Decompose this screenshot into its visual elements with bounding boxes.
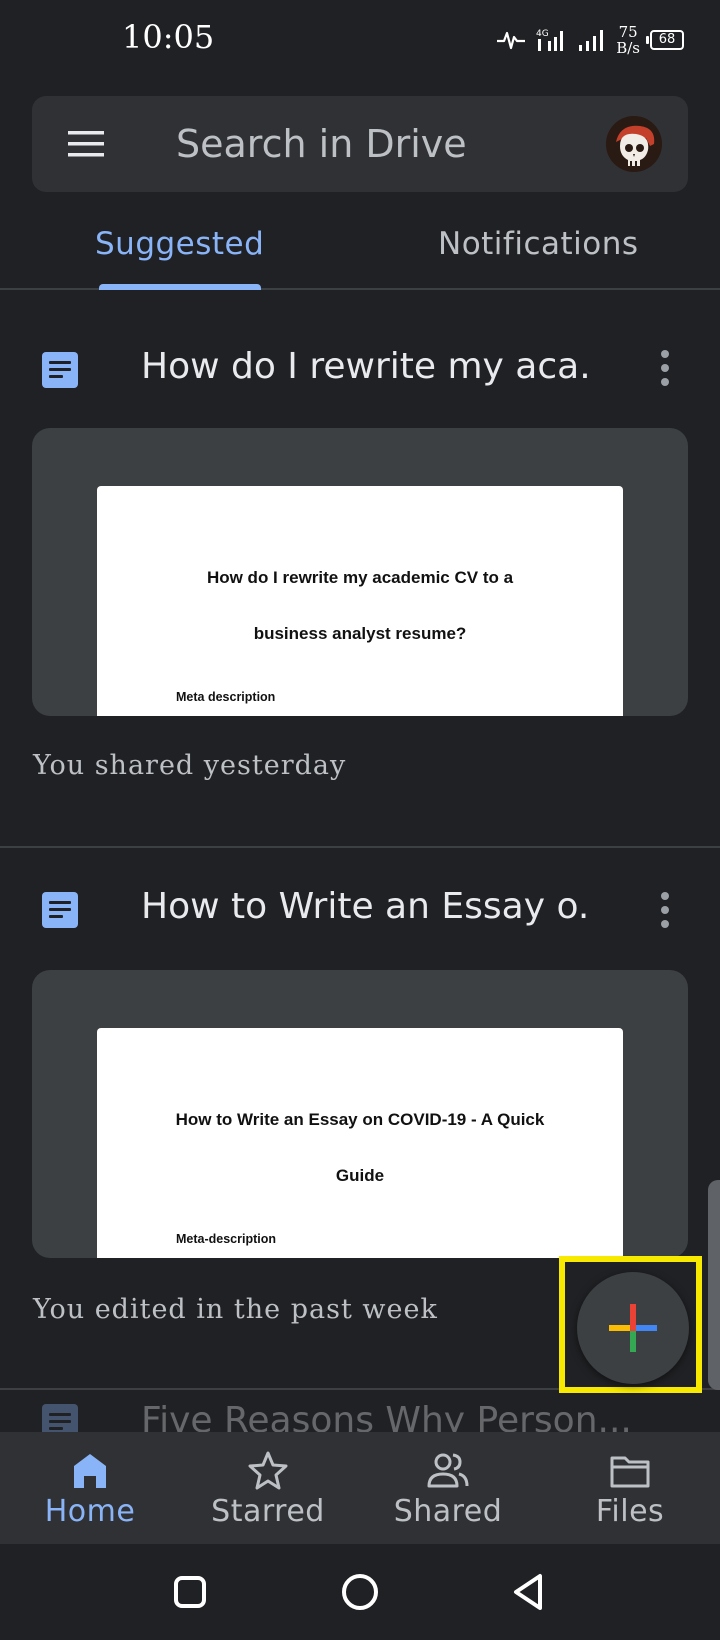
system-navigation-bar xyxy=(0,1544,720,1640)
bottom-navigation: Home Starred Shared Files xyxy=(0,1432,720,1544)
more-options-icon[interactable] xyxy=(650,890,680,930)
nav-starred-label: Starred xyxy=(211,1494,325,1529)
preview-meta-text: Meta-description xyxy=(176,1232,277,1246)
nav-shared-label: Shared xyxy=(393,1494,503,1529)
star-icon xyxy=(248,1451,288,1490)
folder-icon xyxy=(610,1456,650,1488)
network-speed-value: 75 xyxy=(618,23,638,41)
new-button[interactable] xyxy=(577,1272,689,1384)
activity-icon xyxy=(497,31,526,50)
file-activity-subtitle: You edited in the past week xyxy=(33,1294,438,1325)
status-icons: 4G 75 B/s 68 xyxy=(496,18,684,62)
nav-starred[interactable]: Starred xyxy=(178,1432,358,1544)
file-title[interactable]: How to Write an Essay o... xyxy=(141,886,591,927)
signal-icon xyxy=(579,30,604,51)
more-options-icon[interactable] xyxy=(650,348,680,388)
plus-icon xyxy=(609,1304,657,1352)
scrollbar-handle[interactable] xyxy=(708,1180,720,1390)
account-avatar[interactable] xyxy=(606,116,662,172)
home-circle-icon[interactable] xyxy=(338,1570,382,1614)
network-speed-unit: B/s xyxy=(616,39,640,57)
status-time: 10:05 xyxy=(122,18,215,56)
nav-shared[interactable]: Shared xyxy=(358,1432,538,1544)
skull-avatar-icon xyxy=(606,116,662,172)
nav-home-label: Home xyxy=(44,1494,136,1529)
hamburger-menu-icon[interactable] xyxy=(68,128,104,160)
tab-notifications[interactable]: Notifications xyxy=(438,226,639,262)
docs-icon xyxy=(42,892,78,928)
back-triangle-icon[interactable] xyxy=(508,1570,552,1614)
signal-4g-icon: 4G xyxy=(536,29,564,51)
preview-heading-line-1: How to Write an Essay on COVID-19 - A Qu… xyxy=(175,1110,545,1129)
docs-icon xyxy=(42,352,78,388)
shared-people-icon xyxy=(427,1453,469,1488)
tab-suggested[interactable]: Suggested xyxy=(95,226,264,262)
file-activity-subtitle: You shared yesterday xyxy=(33,750,347,781)
file-card[interactable]: How do I rewrite my aca... How do I rewr… xyxy=(0,290,720,848)
document-preview-page: How do I rewrite my academic CV to a bus… xyxy=(97,486,623,716)
home-icon xyxy=(74,1454,106,1488)
preview-heading-line-1: How do I rewrite my academic CV to a xyxy=(206,568,514,587)
search-bar[interactable] xyxy=(32,96,688,192)
nav-home[interactable]: Home xyxy=(0,1432,180,1544)
preview-meta-text: Meta description xyxy=(176,690,276,704)
network-type-label: 4G xyxy=(536,29,549,39)
nav-files-label: Files xyxy=(595,1494,665,1529)
status-bar: 10:05 4G 75 B/s 68 xyxy=(0,0,720,80)
battery-indicator: 68 xyxy=(646,30,684,50)
document-preview-page: How to Write an Essay on COVID-19 - A Qu… xyxy=(97,1028,623,1258)
recents-square-icon[interactable] xyxy=(168,1570,212,1614)
file-title[interactable]: How do I rewrite my aca... xyxy=(141,346,591,387)
file-preview-thumbnail[interactable]: How do I rewrite my academic CV to a bus… xyxy=(32,428,688,716)
tab-bar: Suggested Notifications xyxy=(0,208,720,290)
file-preview-thumbnail[interactable]: How to Write an Essay on COVID-19 - A Qu… xyxy=(32,970,688,1258)
network-speed: 75 B/s xyxy=(616,24,640,56)
preview-heading-line-2: Guide xyxy=(335,1166,385,1185)
preview-heading-line-2: business analyst resume? xyxy=(253,624,467,643)
search-input[interactable] xyxy=(176,116,616,172)
nav-files[interactable]: Files xyxy=(540,1432,720,1544)
